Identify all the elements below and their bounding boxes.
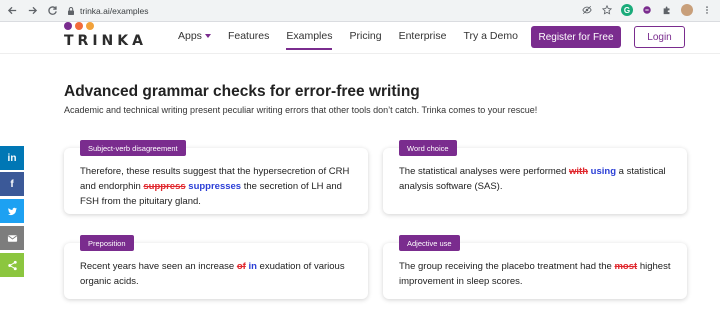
more-menu-icon[interactable] bbox=[700, 3, 714, 17]
extension-icon[interactable] bbox=[640, 3, 654, 17]
logo-text: TRINKA bbox=[64, 33, 147, 49]
reload-icon[interactable] bbox=[44, 3, 60, 19]
puzzle-icon[interactable] bbox=[660, 3, 674, 17]
email-icon bbox=[7, 234, 17, 242]
card-tag: Preposition bbox=[80, 235, 134, 251]
card-sentence: The statistical analyses were performed … bbox=[399, 166, 666, 192]
error-word: most bbox=[614, 261, 638, 272]
back-icon[interactable] bbox=[4, 3, 20, 19]
card-tag: Subject-verb disagreement bbox=[80, 140, 186, 156]
eye-off-icon[interactable] bbox=[580, 3, 594, 17]
logo-dot bbox=[64, 22, 72, 30]
share-icon bbox=[7, 260, 17, 270]
nav-enterprise[interactable]: Enterprise bbox=[399, 30, 447, 50]
grammarly-extension-icon[interactable]: G bbox=[620, 3, 634, 17]
login-button[interactable]: Login bbox=[634, 26, 685, 48]
example-card-word-choice: Word choice The statistical analyses wer… bbox=[383, 140, 687, 214]
logo-dots bbox=[64, 22, 147, 30]
card-tag: Word choice bbox=[399, 140, 457, 156]
nav-features[interactable]: Features bbox=[228, 30, 269, 50]
nav-pricing[interactable]: Pricing bbox=[349, 30, 381, 50]
email-share-button[interactable] bbox=[0, 226, 24, 250]
correction-word: using bbox=[590, 166, 617, 177]
forward-icon[interactable] bbox=[24, 3, 40, 19]
example-card-subject-verb: Subject-verb disagreement Therefore, the… bbox=[64, 140, 368, 214]
nav-try-a-demo[interactable]: Try a Demo bbox=[463, 30, 517, 50]
logo-dot bbox=[86, 22, 94, 30]
star-icon[interactable] bbox=[600, 3, 614, 17]
card-sentence: The group receiving the placebo treatmen… bbox=[399, 261, 671, 287]
main-nav: Apps Features Examples Pricing Enterpris… bbox=[178, 30, 518, 50]
linkedin-icon: in bbox=[7, 152, 17, 164]
correction-word: in bbox=[248, 261, 257, 272]
lock-icon bbox=[68, 7, 74, 15]
address-bar[interactable]: trinka.ai/examples bbox=[60, 3, 630, 19]
facebook-icon: f bbox=[10, 178, 14, 190]
url-text: trinka.ai/examples bbox=[80, 6, 149, 16]
twitter-share-button[interactable] bbox=[0, 199, 24, 223]
correction-word: suppresses bbox=[188, 181, 242, 192]
logo-dot bbox=[75, 22, 83, 30]
nav-apps[interactable]: Apps bbox=[178, 30, 211, 50]
error-word: of bbox=[236, 261, 246, 272]
site-header: TRINKA Apps Features Examples Pricing En… bbox=[0, 22, 720, 54]
facebook-share-button[interactable]: f bbox=[0, 172, 24, 196]
error-word: suppress bbox=[143, 181, 186, 192]
example-card-adjective-use: Adjective use The group receiving the pl… bbox=[383, 235, 687, 299]
card-tag: Adjective use bbox=[399, 235, 460, 251]
trinka-logo[interactable]: TRINKA bbox=[64, 22, 147, 49]
linkedin-share-button[interactable]: in bbox=[0, 146, 24, 170]
card-sentence: Recent years have seen an increase of in… bbox=[80, 261, 345, 287]
caret-down-icon bbox=[204, 34, 211, 39]
nav-examples[interactable]: Examples bbox=[286, 30, 333, 50]
share-button[interactable] bbox=[0, 253, 24, 277]
register-button[interactable]: Register for Free bbox=[531, 26, 621, 48]
page-subtitle: Academic and technical writing present p… bbox=[64, 105, 538, 115]
twitter-icon bbox=[7, 207, 17, 215]
card-sentence: Therefore, these results suggest that th… bbox=[80, 166, 350, 207]
browser-toolbar: trinka.ai/examples G bbox=[0, 0, 720, 22]
example-card-preposition: Preposition Recent years have seen an in… bbox=[64, 235, 368, 299]
page-title: Advanced grammar checks for error-free w… bbox=[64, 83, 420, 100]
profile-avatar[interactable] bbox=[680, 3, 694, 17]
error-word: with bbox=[569, 166, 589, 177]
